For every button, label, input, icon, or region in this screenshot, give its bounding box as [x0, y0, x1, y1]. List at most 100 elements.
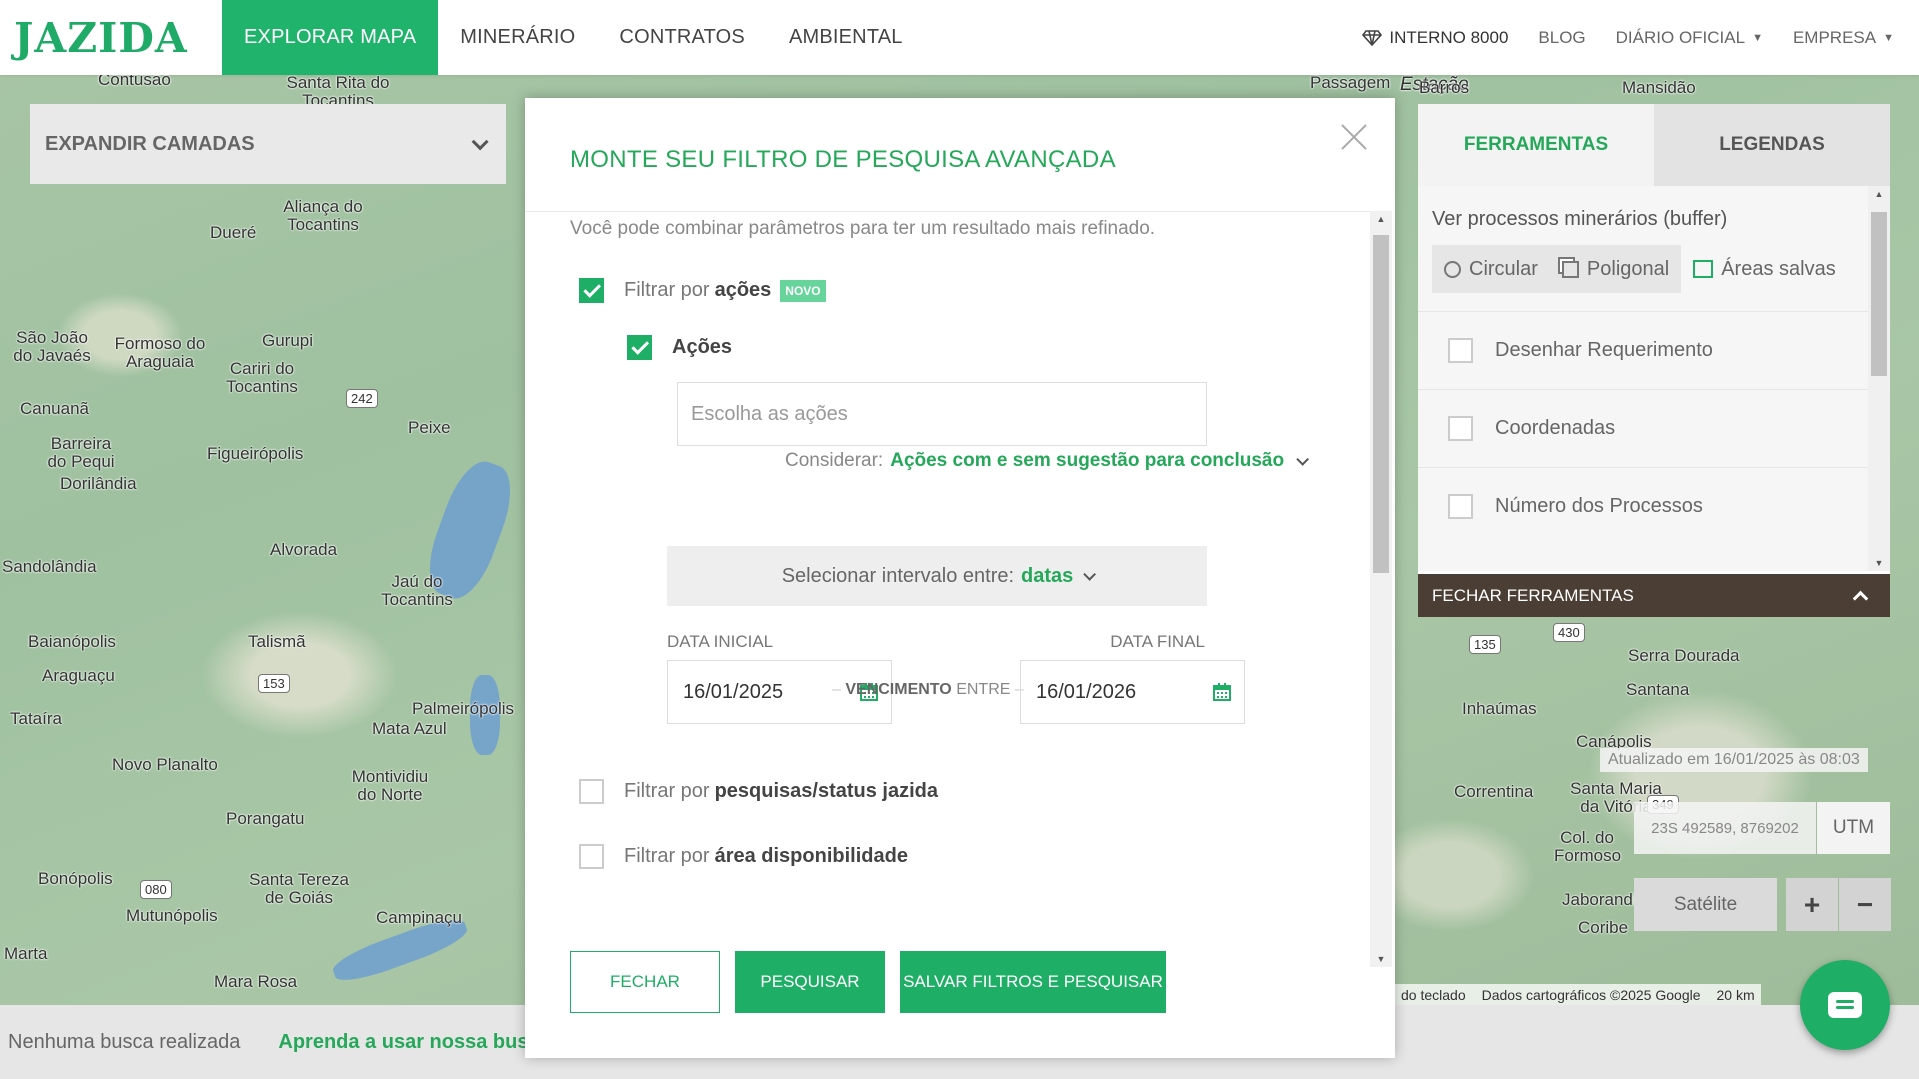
filter-actions-row[interactable]: Filtrar por ações NOVO	[579, 278, 826, 303]
filter-pesquisas-checkbox[interactable]	[579, 779, 604, 804]
map-label: Inhaúmas	[1462, 699, 1537, 718]
map-label: Gurupi	[262, 331, 314, 350]
map-label: Bonópolis	[38, 869, 113, 888]
filter-actions-checkbox[interactable]	[579, 278, 604, 303]
chevron-down-icon	[1083, 567, 1097, 581]
road-shield: 242	[346, 389, 378, 408]
filter-pesquisas-row[interactable]: Filtrar por pesquisas/status jazida	[579, 779, 938, 804]
zoom-out-button[interactable]: −	[1839, 878, 1891, 931]
close-icon[interactable]	[1337, 120, 1371, 154]
road-shield: 135	[1469, 635, 1501, 654]
tab-ferramentas[interactable]: FERRAMENTAS	[1418, 104, 1654, 186]
nav-blog[interactable]: BLOG	[1523, 28, 1600, 48]
learn-search-link[interactable]: Aprenda a usar nossa busca	[278, 1031, 550, 1054]
tools-panel: FERRAMENTAS LEGENDAS Ver processos miner…	[1418, 104, 1890, 616]
actions-row[interactable]: Ações	[627, 335, 732, 360]
actions-select-placeholder: Escolha as ações	[691, 402, 848, 425]
buffer-circular-option[interactable]: Circular	[1432, 245, 1550, 293]
close-tools-button[interactable]: FECHAR FERRAMENTAS	[1418, 574, 1890, 617]
polygon-icon	[1561, 260, 1579, 278]
consider-dropdown[interactable]: Ações com e sem sugestão para conclusão	[890, 450, 1284, 472]
map-label: Contusão	[98, 75, 171, 89]
caret-down-icon: ▼	[1883, 31, 1894, 44]
checkbox[interactable]	[1448, 416, 1473, 441]
map-label: Passagem	[1310, 75, 1391, 92]
nav-diario-label: DIÁRIO OFICIAL	[1615, 27, 1746, 47]
nav-interno[interactable]: INTERNO 8000	[1347, 28, 1523, 48]
no-search-status: Nenhuma busca realizada	[8, 1030, 241, 1053]
map-label: Marta	[4, 944, 48, 963]
scroll-up-icon[interactable]: ▲	[1868, 186, 1890, 202]
date-end-value: 16/01/2026	[1036, 680, 1137, 703]
search-button[interactable]: PESQUISAR	[735, 951, 885, 1013]
close-tools-label: FECHAR FERRAMENTAS	[1432, 585, 1634, 605]
scroll-down-icon[interactable]: ▼	[1370, 951, 1392, 967]
filter-area-checkbox[interactable]	[579, 844, 604, 869]
close-button[interactable]: FECHAR	[570, 951, 720, 1013]
calendar-icon	[1213, 683, 1231, 701]
buffer-poligonal-option[interactable]: Poligonal	[1549, 245, 1682, 293]
scale-label: 20 km	[1716, 986, 1755, 1003]
tool-draw-requirement-label: Desenhar Requerimento	[1495, 339, 1713, 361]
attribution-shortcuts[interactable]: do teclado	[1401, 987, 1466, 1003]
expand-layers-toggle[interactable]: EXPANDIR CAMADAS	[30, 104, 506, 184]
tool-draw-requirement[interactable]: Desenhar Requerimento	[1418, 311, 1890, 389]
interval-selector[interactable]: Selecionar intervalo entre: datas	[667, 546, 1207, 606]
modal-scrollbar[interactable]: ▲ ▼	[1370, 211, 1392, 967]
nav-ambiental[interactable]: AMBIENTAL	[767, 0, 925, 75]
actions-label: Ações	[672, 336, 733, 358]
map-label: Correntina	[1454, 782, 1534, 801]
map-attribution: do teclado Dados cartográficos ©2025 Goo…	[1395, 984, 1761, 1005]
map-label: Araguaçu	[42, 666, 115, 685]
save-filters-search-button[interactable]: SALVAR FILTROS E PESQUISAR	[900, 951, 1166, 1013]
tool-coordinates-label: Coordenadas	[1495, 417, 1616, 439]
scrollbar-thumb[interactable]	[1871, 212, 1887, 376]
buffer-saved-areas-option[interactable]: Áreas salvas	[1681, 245, 1848, 293]
actions-select[interactable]: Escolha as ações	[677, 382, 1207, 446]
consider-row: Considerar: Ações com e sem sugestão par…	[785, 450, 1310, 472]
tool-coordinates[interactable]: Coordenadas	[1418, 389, 1890, 467]
utm-toggle-button[interactable]: UTM	[1817, 802, 1890, 854]
jazida-logo[interactable]: JAZIDA	[0, 0, 222, 75]
checkbox[interactable]	[1448, 338, 1473, 363]
date-end-label: DATA FINAL	[1110, 632, 1205, 651]
circle-icon	[1444, 260, 1461, 278]
expand-layers-label: EXPANDIR CAMADAS	[45, 132, 255, 155]
nav-empresa[interactable]: EMPRESA ▼	[1778, 28, 1909, 48]
zoom-in-button[interactable]: +	[1786, 878, 1838, 931]
scrollbar-thumb[interactable]	[1373, 235, 1389, 573]
nav-diario-oficial[interactable]: DIÁRIO OFICIAL ▼	[1601, 28, 1778, 48]
map-label: Mara Rosa	[214, 972, 298, 991]
map-label: Palmeirópolis	[412, 699, 515, 718]
filter-area-row[interactable]: Filtrar por área disponibilidade	[579, 844, 908, 869]
map-label: São João do Javaés	[13, 328, 91, 365]
map-label: Novo Planalto	[112, 755, 218, 774]
nav-explorar-mapa[interactable]: EXPLORAR MAPA	[222, 0, 439, 75]
map-label: Mutunópolis	[126, 906, 218, 925]
date-start-label: DATA INICIAL	[667, 632, 774, 651]
filter-prefix: Filtrar por	[624, 279, 710, 301]
chat-button[interactable]	[1800, 960, 1890, 1050]
chevron-down-icon	[471, 133, 489, 151]
filter-prefix: Filtrar por	[624, 845, 710, 867]
nav-contratos[interactable]: CONTRATOS	[597, 0, 767, 75]
date-end-input[interactable]: 16/01/2026	[1020, 660, 1245, 724]
tools-body: Ver processos minerários (buffer) Circul…	[1418, 186, 1890, 571]
buffer-poligonal-label: Poligonal	[1586, 257, 1670, 280]
map-label: Mata Azul	[372, 719, 447, 738]
tools-scrollbar[interactable]: ▲ ▼	[1868, 186, 1890, 571]
scroll-up-icon[interactable]: ▲	[1370, 211, 1392, 227]
satellite-button[interactable]: Satélite	[1634, 878, 1777, 931]
map-label: Col. do Formoso	[1554, 828, 1622, 865]
checkbox[interactable]	[1448, 494, 1473, 519]
map-label: Montividiu do Norte	[351, 767, 429, 804]
tool-process-number[interactable]: Número dos Processos	[1418, 467, 1890, 545]
road-shield: 153	[258, 674, 290, 693]
tool-process-number-label: Número dos Processos	[1495, 495, 1703, 517]
scroll-down-icon[interactable]: ▼	[1868, 555, 1890, 571]
attribution-data: Dados cartográficos ©2025 Google	[1481, 986, 1701, 1003]
actions-checkbox[interactable]	[627, 335, 652, 360]
nav-minerario[interactable]: MINERÁRIO	[438, 0, 597, 75]
tab-legendas[interactable]: LEGENDAS	[1654, 104, 1890, 186]
map-label: Formoso do Araguaia	[114, 334, 206, 371]
